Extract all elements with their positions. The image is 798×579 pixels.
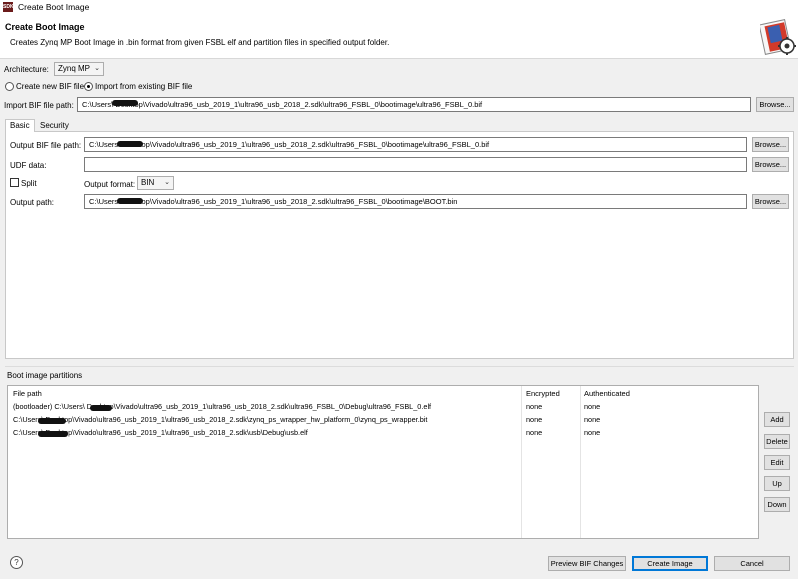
- preview-bif-button[interactable]: Preview BIF Changes: [548, 556, 626, 571]
- create-bif-radio[interactable]: [5, 82, 14, 91]
- move-down-button[interactable]: Down: [764, 497, 790, 512]
- output-format-value: BIN: [141, 178, 155, 187]
- udf-data-label: UDF data:: [10, 161, 47, 170]
- table-row[interactable]: C:\Users\ Desktop\Vivado\ultra96_usb_201…: [8, 414, 758, 425]
- column-header-authenticated[interactable]: Authenticated: [584, 389, 630, 398]
- window-title: Create Boot Image: [18, 2, 90, 12]
- help-icon[interactable]: ?: [10, 556, 23, 569]
- redaction-mark: [117, 198, 143, 204]
- row-file-path: (bootloader) C:\Users\ Desktop\Vivado\ul…: [13, 402, 432, 411]
- redaction-mark: [38, 418, 66, 424]
- table-row[interactable]: (bootloader) C:\Users\ Desktop\Vivado\ul…: [8, 401, 758, 412]
- sdk-app-icon: SDK: [3, 2, 14, 12]
- row-authenticated: none: [584, 415, 601, 424]
- architecture-label: Architecture:: [4, 65, 49, 74]
- move-up-button[interactable]: Up: [764, 476, 790, 491]
- udf-data-input[interactable]: [84, 157, 747, 172]
- split-checkbox[interactable]: [10, 178, 19, 187]
- redaction-mark: [90, 405, 112, 411]
- page-title: Create Boot Image: [5, 22, 85, 32]
- column-header-file-path[interactable]: File path: [13, 389, 42, 398]
- tab-basic[interactable]: Basic: [5, 119, 35, 132]
- wizard-header: [0, 14, 798, 59]
- row-encrypted: none: [526, 415, 543, 424]
- table-row[interactable]: C:\Users\ Desktop\Vivado\ultra96_usb_201…: [8, 427, 758, 438]
- output-path-browse-button[interactable]: Browse...: [752, 194, 789, 209]
- import-bif-label: Import from existing BIF file: [95, 82, 193, 91]
- page-description: Creates Zynq MP Boot Image in .bin forma…: [10, 38, 390, 47]
- cancel-button[interactable]: Cancel: [714, 556, 790, 571]
- create-image-button[interactable]: Create Image: [632, 556, 708, 571]
- udf-browse-button[interactable]: Browse...: [752, 157, 789, 172]
- section-divider: [5, 366, 794, 367]
- tab-security[interactable]: Security: [36, 120, 73, 133]
- row-encrypted: none: [526, 428, 543, 437]
- output-format-select[interactable]: BIN ⌄: [137, 176, 174, 190]
- output-path-label: Output path:: [10, 198, 55, 207]
- import-bif-path-label: Import BIF file path:: [4, 101, 74, 110]
- output-bif-browse-button[interactable]: Browse...: [752, 137, 789, 152]
- redaction-mark: [38, 431, 68, 437]
- delete-partition-button[interactable]: Delete: [764, 434, 790, 449]
- redaction-mark: [117, 141, 143, 147]
- architecture-select[interactable]: Zynq MP ⌄: [54, 62, 104, 76]
- output-bif-path-label: Output BIF file path:: [10, 141, 82, 150]
- title-bar: [0, 0, 798, 14]
- add-partition-button[interactable]: Add: [764, 412, 790, 427]
- import-bif-path-input[interactable]: C:\Users\ Desktop\Vivado\ultra96_usb_201…: [77, 97, 751, 112]
- import-bif-radio[interactable]: [84, 82, 93, 91]
- output-bif-path-input[interactable]: C:\Users\ Desktop\Vivado\ultra96_usb_201…: [84, 137, 747, 152]
- chevron-down-icon: ⌄: [164, 179, 170, 186]
- boot-image-gear-icon: [760, 19, 796, 55]
- edit-partition-button[interactable]: Edit: [764, 455, 790, 470]
- output-format-label: Output format:: [84, 180, 136, 189]
- column-header-encrypted[interactable]: Encrypted: [526, 389, 560, 398]
- output-path-input[interactable]: C:\Users\ Desktop\Vivado\ultra96_usb_201…: [84, 194, 747, 209]
- import-bif-browse-button[interactable]: Browse...: [756, 97, 794, 112]
- chevron-down-icon: ⌄: [94, 65, 100, 72]
- split-label: Split: [21, 179, 37, 188]
- row-authenticated: none: [584, 402, 601, 411]
- partitions-section-label: Boot image partitions: [7, 371, 83, 380]
- architecture-value: Zynq MP: [58, 64, 91, 73]
- create-bif-label: Create new BIF file: [16, 82, 85, 91]
- redaction-mark: [112, 100, 138, 106]
- row-file-path: C:\Users\ Desktop\Vivado\ultra96_usb_201…: [13, 415, 428, 424]
- row-encrypted: none: [526, 402, 543, 411]
- row-authenticated: none: [584, 428, 601, 437]
